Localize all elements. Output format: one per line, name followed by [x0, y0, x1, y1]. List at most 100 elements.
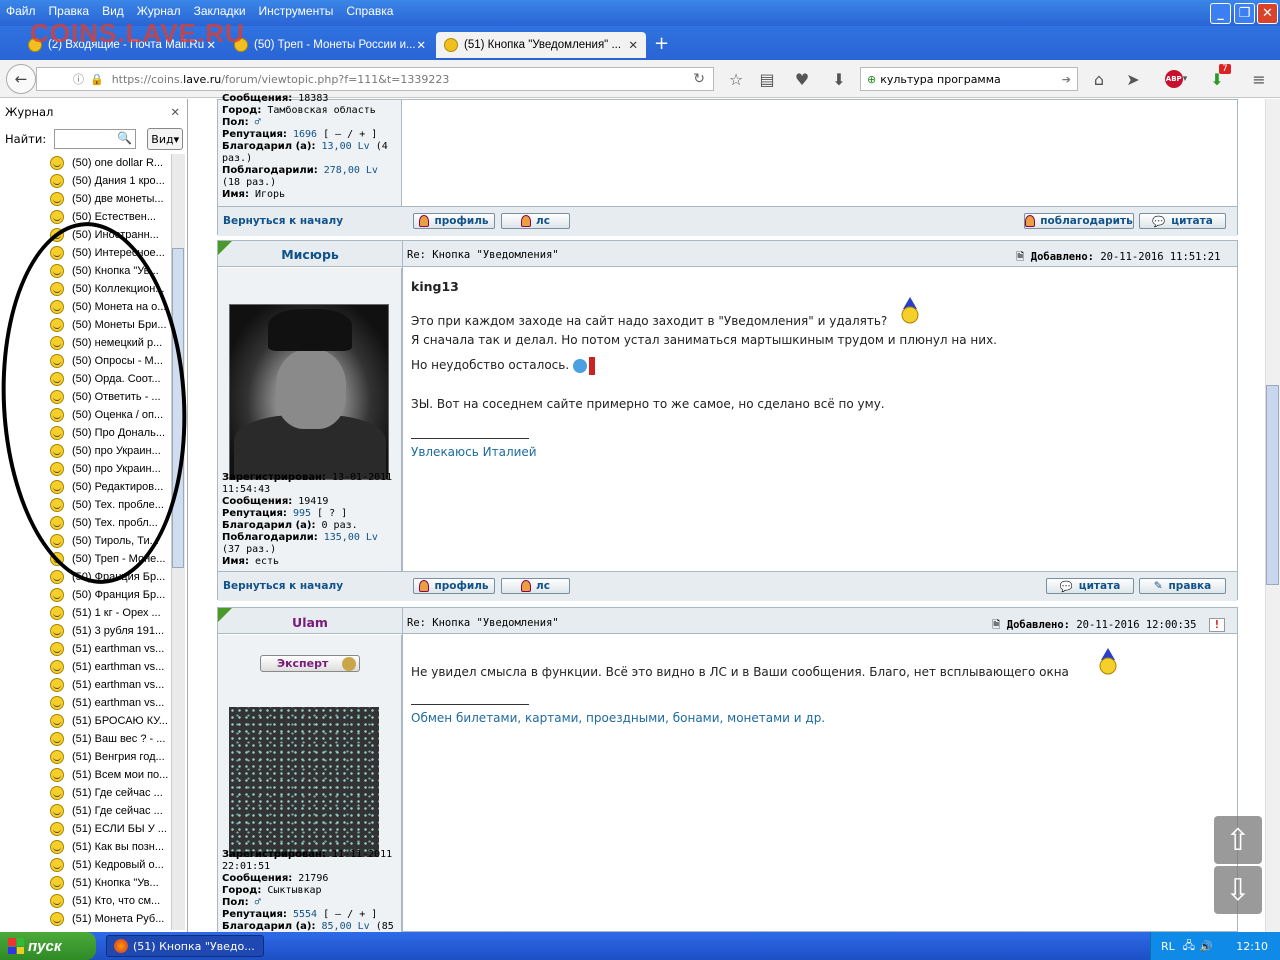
pocket-icon[interactable]: ♥	[791, 68, 813, 90]
signature[interactable]: Обмен билетами, картами, проездными, бон…	[411, 709, 1221, 728]
close-tab-icon[interactable]: ✕	[628, 38, 638, 52]
menu-view[interactable]: Вид	[102, 4, 124, 18]
sidebar-find-row: Найти: 🔍 Вид ▾	[0, 126, 186, 152]
history-item-label: (51) earthman vs...	[72, 679, 165, 691]
history-item[interactable]: (51) earthman vs...	[50, 640, 170, 658]
find-input[interactable]: 🔍	[54, 129, 137, 149]
volume-icon[interactable]: 🔊	[1199, 940, 1213, 953]
view-button[interactable]: Вид ▾	[147, 128, 184, 150]
network-icon[interactable]: 🖧	[1183, 937, 1195, 956]
edit-button[interactable]: ✎ правка	[1139, 578, 1226, 594]
pm-button[interactable]: лс	[501, 213, 570, 229]
send-icon[interactable]: ➤	[1122, 68, 1144, 90]
quote-icon: 💬	[1152, 215, 1166, 228]
smiley-favicon-icon	[444, 38, 458, 52]
pm-button[interactable]: лс	[501, 578, 570, 594]
scroll-down-button[interactable]: ⇩	[1214, 866, 1262, 914]
history-item[interactable]: (51) Кнопка "Ув...	[50, 874, 170, 892]
scroll-up-button[interactable]: ⇧	[1214, 816, 1262, 864]
url-bar[interactable]: ⓘ 🔒 https://coins. lave.ru/forum/viewtopi…	[36, 67, 714, 91]
history-item[interactable]: (51) Где сейчас ...	[50, 802, 170, 820]
menu-history[interactable]: Журнал	[137, 4, 181, 18]
history-item[interactable]: (51) Как вы позн...	[50, 838, 170, 856]
history-item[interactable]: (51) Кто, что см...	[50, 892, 170, 910]
downloads-icon[interactable]: ⬇	[828, 68, 850, 90]
history-item[interactable]: (51) earthman vs...	[50, 694, 170, 712]
language-indicator[interactable]: RL	[1161, 940, 1175, 953]
page-scroll-thumb[interactable]	[1266, 385, 1279, 585]
post-previous: Сообщения: 18383 Город: Тамбовская облас…	[217, 93, 1238, 236]
menu-help[interactable]: Справка	[346, 4, 393, 18]
clock[interactable]: 12:10	[1236, 940, 1268, 953]
menu-tools[interactable]: Инструменты	[259, 4, 334, 18]
history-item[interactable]: (51) Где сейчас ...	[50, 784, 170, 802]
report-icon[interactable]: !	[1208, 618, 1226, 632]
history-item[interactable]: (50) one dollar R...	[50, 154, 170, 172]
back-button[interactable]: ←	[6, 64, 36, 94]
home-icon[interactable]: ⌂	[1088, 68, 1110, 90]
smiley-favicon-icon	[50, 768, 64, 782]
close-window-button[interactable]: ✕	[1257, 3, 1278, 24]
menu-bookmarks[interactable]: Закладки	[194, 4, 246, 18]
history-item[interactable]: (51) Всем мои по...	[50, 766, 170, 784]
history-item[interactable]: (51) Кедровый о...	[50, 856, 170, 874]
thank-button[interactable]: поблагодарить	[1024, 213, 1134, 229]
search-go-icon[interactable]: ➔	[1062, 73, 1071, 86]
minimize-button[interactable]: _	[1210, 3, 1231, 24]
thumbs-up-icon	[1025, 215, 1036, 227]
message-line: Но неудобство осталось.	[411, 358, 570, 372]
bookmark-star-icon[interactable]: ☆	[725, 68, 747, 90]
history-item-label: (51) Монета Руб...	[72, 913, 165, 925]
close-tab-icon[interactable]: ✕	[416, 38, 426, 52]
url-path: /forum/viewtopic.php?f=111&t=1339223	[221, 72, 450, 86]
profile-icon	[419, 580, 430, 592]
history-item-label: (51) Как вы позн...	[72, 841, 165, 853]
wizard-smiley-icon	[1099, 648, 1117, 675]
reader-view-icon[interactable]: ▤	[756, 68, 778, 90]
adblock-icon[interactable]: ABP ▾	[1160, 68, 1192, 90]
menu-edit[interactable]: Правка	[49, 4, 90, 18]
info-icon[interactable]: ⓘ	[73, 71, 84, 87]
menu-file[interactable]: Файл	[6, 4, 36, 18]
tab-trep[interactable]: (50) Треп - Монеты России и... ✕	[226, 32, 434, 58]
quote-button[interactable]: 💬 цитата	[1139, 213, 1226, 229]
history-item[interactable]: (51) 1 кг - Орех ...	[50, 604, 170, 622]
sidebar-header: Журнал ✕	[0, 101, 186, 123]
history-item[interactable]: (51) ЕСЛИ БЫ У ...	[50, 820, 170, 838]
tab-active[interactable]: (51) Кнопка "Уведомления" ... ✕	[436, 32, 646, 58]
history-item[interactable]: (50) Естествен...	[50, 208, 170, 226]
reload-icon[interactable]: ↻	[693, 71, 705, 87]
history-item[interactable]: (51) 3 рубля 191...	[50, 622, 170, 640]
post-username[interactable]: Ulam	[218, 615, 402, 630]
history-item[interactable]: (50) две монеты...	[50, 190, 170, 208]
post-author-panel: Сообщения: 18383 Город: Тамбовская облас…	[218, 93, 402, 206]
history-item[interactable]: (50) Франция Бр...	[50, 586, 170, 604]
search-input[interactable]: ⊕ культура программа ➔	[860, 67, 1078, 91]
smiley-favicon-icon	[50, 156, 64, 170]
history-item-label: (51) earthman vs...	[72, 697, 165, 709]
post-file-icon: 🗎	[992, 619, 1001, 631]
hamburger-menu-icon[interactable]: ≡	[1248, 68, 1270, 90]
maximize-button[interactable]: ❐	[1234, 3, 1255, 24]
history-item[interactable]: (51) Ваш вес ? - ...	[50, 730, 170, 748]
history-item[interactable]: (51) БРОСАЮ КУ...	[50, 712, 170, 730]
quote-button[interactable]: 💬 цитата	[1046, 578, 1134, 594]
profile-button[interactable]: профиль	[413, 213, 495, 229]
profile-button[interactable]: профиль	[413, 578, 495, 594]
close-sidebar-icon[interactable]: ✕	[170, 105, 180, 119]
post-subject: Re: Кнопка "Уведомления"	[407, 617, 559, 629]
taskbar-firefox-item[interactable]: (51) Кнопка "Уведо...	[106, 935, 264, 957]
signature[interactable]: Увлекаюсь Италией	[411, 443, 1221, 462]
history-item[interactable]: (51) earthman vs...	[50, 658, 170, 676]
new-tab-button[interactable]: +	[654, 33, 669, 54]
post-username[interactable]: Мисюрь	[218, 247, 402, 262]
back-to-top-link[interactable]: Вернуться к началу	[223, 215, 343, 227]
back-to-top-link[interactable]: Вернуться к началу	[223, 580, 343, 592]
pm-icon	[521, 215, 532, 227]
post-author-panel: Зарегистрирован: 13-01-2011 11:54:43 Соо…	[218, 268, 402, 571]
history-item[interactable]: (50) Дания 1 кро...	[50, 172, 170, 190]
history-item[interactable]: (51) earthman vs...	[50, 676, 170, 694]
post-author-info: Зарегистрирован: 13-01-2011 11:54:43 Соо…	[222, 472, 393, 567]
history-item[interactable]: (51) Венгрия год...	[50, 748, 170, 766]
history-item[interactable]: (51) Монета Руб...	[50, 910, 170, 928]
